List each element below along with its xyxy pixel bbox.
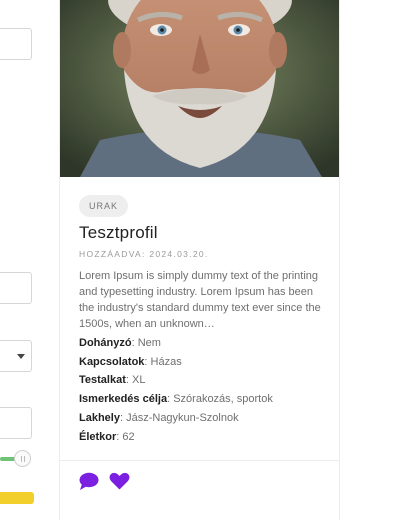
- chat-bubble-icon[interactable]: [79, 472, 99, 490]
- detail-label: Ismerkedés célja: [79, 393, 168, 406]
- category-badge[interactable]: URAK: [79, 195, 129, 217]
- detail-label: Lakhely: [79, 411, 120, 424]
- profile-description: Lorem Ipsum is simply dummy text of the …: [79, 270, 321, 330]
- sidebar-select[interactable]: [0, 340, 32, 372]
- profile-card: URAK Tesztprofil HOZZÁADVA: 2024.03.20. …: [59, 0, 340, 520]
- detail-row-relationship: Kapcsolatok: Házas: [79, 355, 182, 368]
- detail-value: 62: [122, 430, 135, 443]
- heart-icon[interactable]: [109, 472, 130, 490]
- detail-label: Életkor: [79, 430, 117, 443]
- detail-row-location: Lakhely: Jász-Nagykun-Szolnok: [79, 411, 239, 424]
- detail-value: Házas: [150, 355, 182, 368]
- card-actions: [79, 472, 130, 490]
- profile-card-body: URAK Tesztprofil HOZZÁADVA: 2024.03.20. …: [79, 195, 324, 446]
- sidebar-text-field[interactable]: [0, 272, 32, 304]
- added-date: HOZZÁADVA: 2024.03.20.: [79, 249, 209, 259]
- detail-row-purpose: Ismerkedés célja: Szórakozás, sportok: [79, 393, 273, 406]
- detail-row-build: Testalkat: XL: [79, 374, 146, 387]
- profile-photo[interactable]: [60, 0, 339, 177]
- detail-row-age: Életkor: 62: [79, 430, 135, 443]
- detail-value: Szórakozás, sportok: [173, 393, 273, 406]
- detail-label: Dohányzó: [79, 337, 132, 349]
- detail-label: Kapcsolatok: [79, 355, 145, 368]
- profile-details: Dohányzó: Nem Kapcsolatok: Házas Testalk…: [79, 334, 324, 446]
- detail-value: XL: [132, 374, 146, 387]
- detail-row-smoker: Dohányzó: Nem: [79, 337, 161, 349]
- sidebar-text-field[interactable]: [0, 28, 32, 60]
- detail-label: Testalkat: [79, 374, 126, 387]
- profile-title[interactable]: Tesztprofil: [79, 223, 324, 243]
- detail-value: Nem: [137, 337, 161, 349]
- profile-photo-illustration: [60, 0, 339, 177]
- age-slider-handle[interactable]: [14, 450, 31, 467]
- sidebar-text-field[interactable]: [0, 407, 32, 439]
- card-footer-divider: [60, 460, 339, 461]
- chevron-down-icon: [17, 353, 25, 359]
- sidebar-submit-button[interactable]: [0, 492, 34, 504]
- detail-value: Jász-Nagykun-Szolnok: [126, 411, 239, 424]
